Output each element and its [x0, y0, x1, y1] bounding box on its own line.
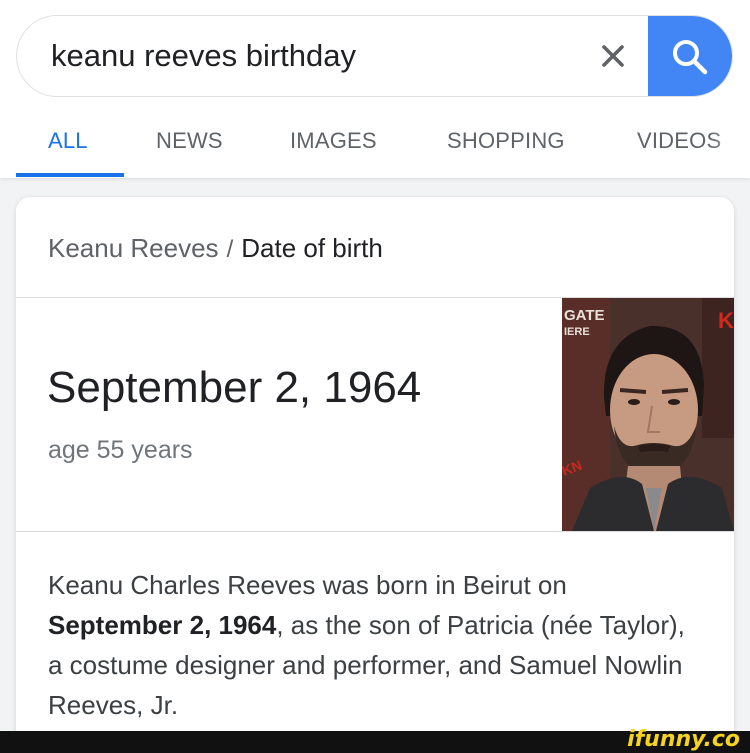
- close-icon: [602, 45, 624, 67]
- search-header: keanu reeves birthday ALL NEWS IMAGES SH…: [0, 0, 750, 178]
- tab-news[interactable]: NEWS: [156, 128, 223, 154]
- answer-age: age 55 years: [48, 436, 193, 464]
- breadcrumb-current: Date of birth: [241, 233, 383, 263]
- description-part-1: Keanu Charles Reeves was born in Beirut …: [48, 570, 567, 600]
- photo-sign-right: K: [718, 308, 734, 333]
- watermark-logo: ifunny.co: [627, 727, 740, 752]
- answer-card: Keanu Reeves / Date of birth September 2, …: [16, 197, 734, 753]
- tab-all[interactable]: ALL: [48, 128, 88, 154]
- photo-sign-bottom: IERE: [564, 326, 590, 338]
- clear-search-button[interactable]: [587, 30, 639, 82]
- card-divider-2: [16, 531, 734, 532]
- search-input[interactable]: keanu reeves birthday: [51, 38, 356, 74]
- tabs-fade: [710, 118, 750, 173]
- search-button[interactable]: [648, 16, 732, 96]
- description-text: Keanu Charles Reeves was born in Beirut …: [48, 565, 698, 725]
- description-bold-date: September 2, 1964: [48, 610, 277, 640]
- answer-date: September 2, 1964: [47, 363, 422, 412]
- active-tab-indicator: [16, 173, 124, 177]
- tab-videos[interactable]: VIDEOS: [637, 128, 721, 154]
- search-tabs: ALL NEWS IMAGES SHOPPING VIDEOS: [0, 118, 750, 178]
- search-icon: [673, 40, 708, 75]
- breadcrumb-parent[interactable]: Keanu Reeves: [48, 233, 219, 263]
- person-photo-image: GATE IERE K KN: [562, 298, 734, 531]
- photo-sign-top: GATE: [564, 307, 605, 324]
- search-box[interactable]: keanu reeves birthday: [16, 15, 733, 97]
- tab-shopping[interactable]: SHOPPING: [447, 128, 565, 154]
- person-photo[interactable]: GATE IERE K KN: [562, 298, 734, 531]
- breadcrumb: Keanu Reeves / Date of birth: [48, 233, 383, 264]
- tab-images[interactable]: IMAGES: [290, 128, 377, 154]
- breadcrumb-separator: /: [226, 236, 234, 263]
